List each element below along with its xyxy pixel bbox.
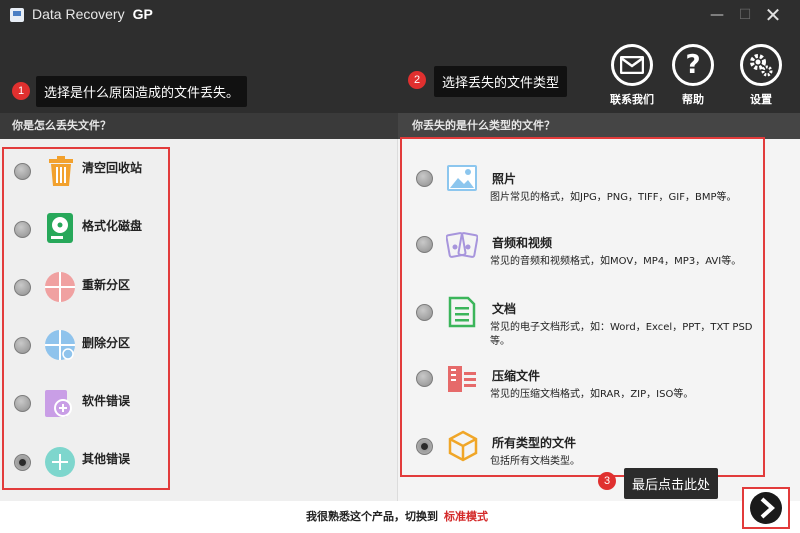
cause-radio-selected[interactable]	[14, 454, 31, 471]
footer-text: 我很熟悉这个产品，切换到 标准模式	[306, 508, 488, 524]
cause-label: 其他错误	[82, 452, 131, 466]
cause-label: 格式化磁盘	[82, 219, 143, 233]
file-type-description: 图片常见的格式，如JPG，PNG，TIFF，GIF，BMP等。	[490, 192, 737, 203]
file-type-description: 常见的压缩文档格式，如RAR，ZIP，ISO等。	[490, 389, 694, 400]
cause-radio[interactable]	[14, 221, 31, 238]
file-type-description: 包括所有文档类型。	[490, 456, 580, 467]
photo-icon	[446, 164, 477, 194]
audio-video-icon	[445, 230, 479, 260]
file-type-title: 照片	[492, 172, 517, 186]
contact-us-button[interactable]: 联系我们	[604, 44, 660, 107]
cause-label: 软件错误	[82, 394, 131, 408]
file-type-title: 音频和视频	[492, 236, 553, 250]
help-button[interactable]: ? 帮助	[665, 44, 721, 107]
contact-us-label: 联系我们	[610, 93, 654, 106]
file-type-radio[interactable]	[416, 236, 433, 253]
software-error-icon	[44, 387, 74, 417]
archive-icon	[446, 362, 476, 392]
callout-2-text: 选择丢失的文件类型	[434, 66, 568, 97]
callout-1-text: 选择是什么原因造成的文件丢失。	[36, 76, 248, 107]
app-edition: GP	[132, 6, 153, 22]
all-files-icon	[447, 430, 478, 462]
document-icon	[448, 296, 478, 328]
repartition-icon	[44, 271, 75, 302]
gear-icon	[740, 44, 782, 86]
recycle-bin-icon	[46, 155, 76, 186]
next-button[interactable]	[742, 487, 790, 529]
callout-3-number: 3	[598, 472, 616, 490]
cause-label: 清空回收站	[82, 161, 143, 175]
standard-mode-link[interactable]: 标准模式	[444, 510, 488, 523]
delete-partition-icon	[44, 329, 75, 360]
file-type-radio[interactable]	[416, 170, 433, 187]
cause-radio[interactable]	[14, 337, 31, 354]
minimize-button[interactable]: —	[706, 4, 728, 26]
file-type-description: 常见的音频和视频格式，如MOV，MP4，MP3，AVI等。	[490, 256, 742, 267]
app-title: Data Recovery GP	[32, 6, 153, 22]
cause-radio[interactable]	[14, 279, 31, 296]
callout-3-text: 最后点击此处	[624, 468, 719, 499]
file-types-header: 你丢失的是什么类型的文件？	[398, 113, 800, 139]
section-headers: 你是怎么丢失文件？ 你丢失的是什么类型的文件？	[0, 113, 800, 139]
callout-1-number: 1	[12, 82, 30, 100]
app-name: Data Recovery	[32, 6, 125, 22]
file-type-radio[interactable]	[416, 370, 433, 387]
maximize-button[interactable]: ☐	[734, 4, 756, 26]
footer-prompt: 我很熟悉这个产品，切换到	[306, 510, 438, 523]
file-type-radio[interactable]	[416, 304, 433, 321]
settings-label: 设置	[750, 93, 772, 106]
file-type-description: 常见的电子文档形式，如：Word，Excel，PPT，TXT PSD等。	[490, 322, 753, 347]
other-error-icon	[44, 446, 75, 477]
mail-icon	[611, 44, 653, 86]
file-type-title: 文档	[492, 302, 517, 316]
help-label: 帮助	[682, 93, 704, 106]
cause-label: 重新分区	[82, 278, 131, 292]
cause-radio[interactable]	[14, 395, 31, 412]
format-disk-icon	[46, 212, 76, 243]
app-logo-icon	[10, 8, 24, 22]
file-type-radio-selected[interactable]	[416, 438, 433, 455]
cause-highlight-box	[2, 147, 170, 490]
footer: 我很熟悉这个产品，切换到 标准模式	[0, 501, 800, 533]
callout-2-number: 2	[408, 71, 426, 89]
settings-button[interactable]: 设置	[733, 44, 789, 107]
close-button[interactable]: ✕	[762, 4, 784, 26]
file-type-title: 所有类型的文件	[492, 436, 577, 450]
file-type-title: 压缩文件	[492, 369, 541, 383]
chevron-right-icon	[750, 492, 782, 524]
cause-label: 删除分区	[82, 336, 131, 350]
title-bar: Data Recovery GP — ☐ ✕ 1 选择是什么原因造成的文件丢失。 …	[0, 0, 800, 113]
help-icon: ?	[672, 44, 714, 86]
causes-header: 你是怎么丢失文件？	[0, 113, 395, 139]
cause-radio[interactable]	[14, 163, 31, 180]
